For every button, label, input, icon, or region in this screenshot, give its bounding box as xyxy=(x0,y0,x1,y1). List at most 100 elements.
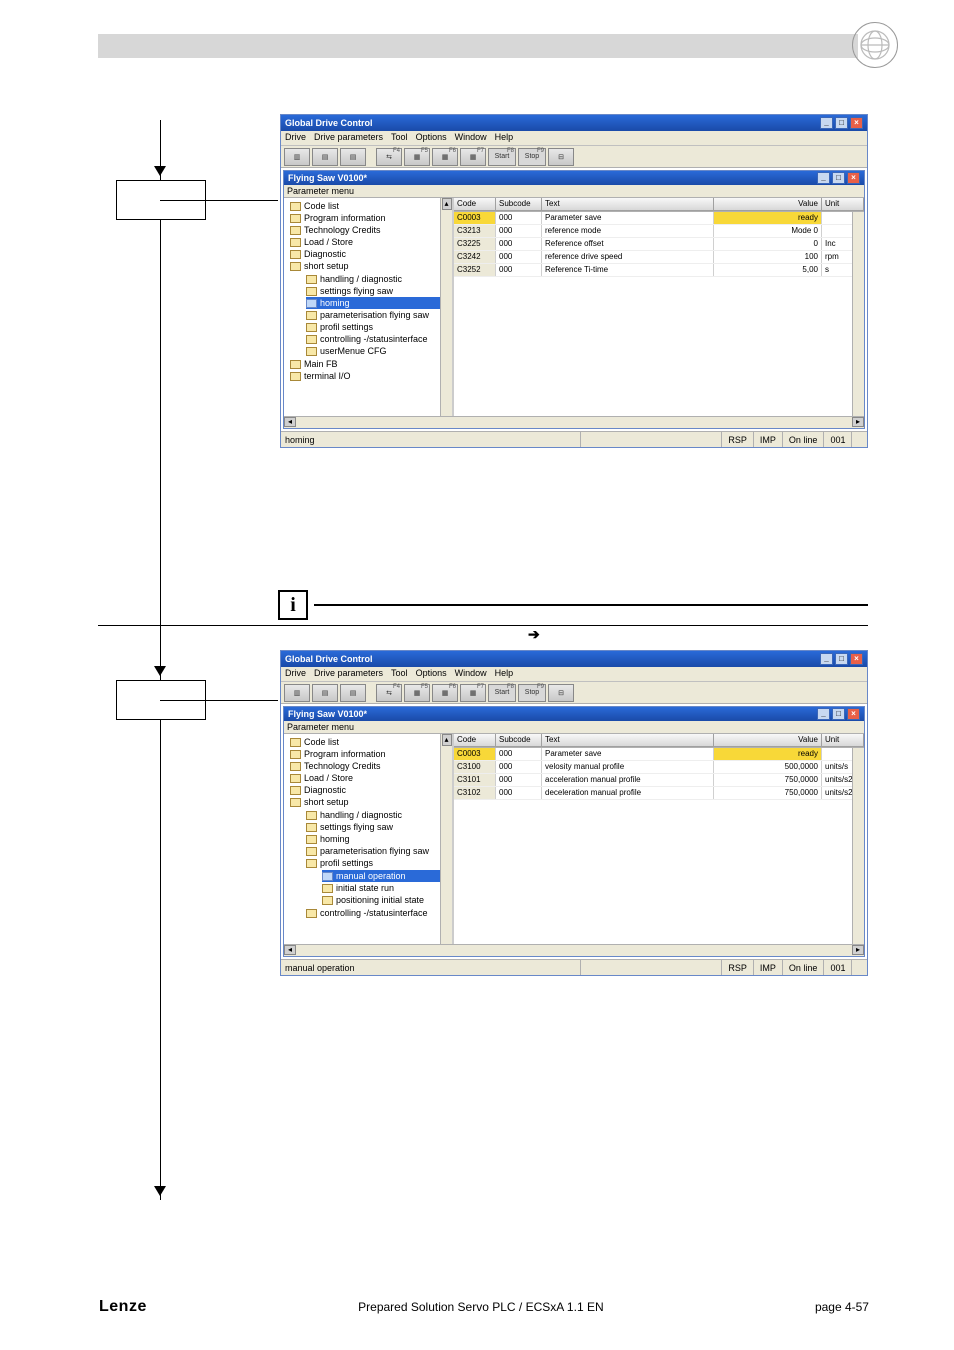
flow-branch-line xyxy=(160,700,278,701)
info-rule-2 xyxy=(98,625,868,626)
maximize-button[interactable]: □ xyxy=(835,653,848,665)
inner-titlebar[interactable]: Flying Saw V0100* _ □ × xyxy=(284,171,864,185)
tree-scrollbar[interactable]: ▴ xyxy=(440,198,452,416)
minimize-button[interactable]: _ xyxy=(817,172,830,184)
toolbar-start-button[interactable]: StartF8 xyxy=(488,148,516,166)
status-id: 001 xyxy=(823,432,851,447)
flow-vertical-line xyxy=(160,120,161,1200)
menu-options[interactable]: Options xyxy=(416,132,447,144)
close-button[interactable]: × xyxy=(847,172,860,184)
tree-item: short setup xyxy=(290,260,450,272)
col-value[interactable]: Value xyxy=(714,734,822,747)
menubar[interactable]: Drive Drive parameters Tool Options Wind… xyxy=(281,131,867,146)
toolbar-button[interactable]: ▦F6 xyxy=(432,148,458,166)
tree-item: Code list xyxy=(290,200,450,212)
menu-drive-parameters[interactable]: Drive parameters xyxy=(314,668,383,680)
menu-help[interactable]: Help xyxy=(495,668,514,680)
menu-drive-parameters[interactable]: Drive parameters xyxy=(314,132,383,144)
tree-pane[interactable]: ▴ Code list Program information Technolo… xyxy=(284,734,454,944)
menu-drive[interactable]: Drive xyxy=(285,132,306,144)
col-subcode[interactable]: Subcode xyxy=(496,734,542,747)
maximize-button[interactable]: □ xyxy=(832,172,845,184)
menu-drive[interactable]: Drive xyxy=(285,668,306,680)
info-divider-row: i xyxy=(98,590,868,620)
close-button[interactable]: × xyxy=(850,117,863,129)
close-button[interactable]: × xyxy=(850,653,863,665)
menu-options[interactable]: Options xyxy=(416,668,447,680)
toolbar-button[interactable]: ▦F7 xyxy=(460,684,486,702)
footer-center: Prepared Solution Servo PLC / ECSxA 1.1 … xyxy=(358,1300,603,1314)
tree-item: userMenue CFG xyxy=(306,345,450,357)
grid-scrollbar[interactable] xyxy=(852,748,864,944)
col-text[interactable]: Text xyxy=(542,198,714,211)
tree-item: Code list xyxy=(290,736,450,748)
window-titlebar[interactable]: Global Drive Control _ □ × xyxy=(281,115,867,131)
col-text[interactable]: Text xyxy=(542,734,714,747)
menu-window[interactable]: Window xyxy=(455,132,487,144)
col-value[interactable]: Value xyxy=(714,198,822,211)
grid-row[interactable]: C3213000reference modeMode 0 xyxy=(454,225,864,238)
status-rsp: RSP xyxy=(721,960,753,975)
toolbar-button[interactable]: ▦F6 xyxy=(432,684,458,702)
grid-row[interactable]: C3225000Reference offset0Inc xyxy=(454,238,864,251)
col-unit[interactable]: Unit xyxy=(822,198,864,211)
horizontal-scrollbar[interactable]: ◂▸ xyxy=(284,944,864,956)
close-button[interactable]: × xyxy=(847,708,860,720)
toolbar-button[interactable]: ▤ xyxy=(312,148,338,166)
toolbar-button[interactable]: ▦F5 xyxy=(404,684,430,702)
inner-titlebar[interactable]: Flying Saw V0100* _ □ × xyxy=(284,707,864,721)
flow-branch-line xyxy=(160,200,278,201)
tree-item: parameterisation flying saw xyxy=(306,845,450,857)
tree-scrollbar[interactable]: ▴ xyxy=(440,734,452,944)
grid-row[interactable]: C3102000deceleration manual profile750,0… xyxy=(454,787,864,800)
toolbar-button[interactable]: ⇆F4 xyxy=(376,148,402,166)
split-pane: ▴ Code list Program information Technolo… xyxy=(284,734,864,944)
tree-item: settings flying saw xyxy=(306,821,450,833)
page: Global Drive Control _ □ × Drive Drive p… xyxy=(0,0,954,1350)
menu-window[interactable]: Window xyxy=(455,668,487,680)
toolbar-start-button[interactable]: StartF8 xyxy=(488,684,516,702)
horizontal-scrollbar[interactable]: ◂▸ xyxy=(284,416,864,428)
toolbar-button[interactable]: ⊟ xyxy=(548,684,574,702)
col-unit[interactable]: Unit xyxy=(822,734,864,747)
tree-item: profil settings xyxy=(306,321,450,333)
col-code[interactable]: Code xyxy=(454,198,496,211)
menubar[interactable]: Drive Drive parameters Tool Options Wind… xyxy=(281,667,867,682)
grid-row[interactable]: C0003000Parameter saveready xyxy=(454,748,864,761)
toolbar-button[interactable]: ▥ xyxy=(284,684,310,702)
col-code[interactable]: Code xyxy=(454,734,496,747)
grid-pane: Code Subcode Text Value Unit C0003000Par… xyxy=(454,198,864,416)
tree-item: handling / diagnostic xyxy=(306,809,450,821)
maximize-button[interactable]: □ xyxy=(832,708,845,720)
status-pad xyxy=(851,960,867,975)
status-imp: IMP xyxy=(753,432,782,447)
toolbar-button[interactable]: ▥ xyxy=(284,148,310,166)
grid-row[interactable]: C3242000reference drive speed100rpm xyxy=(454,251,864,264)
menu-help[interactable]: Help xyxy=(495,132,514,144)
grid-row[interactable]: C0003000Parameter saveready xyxy=(454,212,864,225)
minimize-button[interactable]: _ xyxy=(820,117,833,129)
window-titlebar[interactable]: Global Drive Control _ □ × xyxy=(281,651,867,667)
toolbar-button[interactable]: ▤ xyxy=(312,684,338,702)
minimize-button[interactable]: _ xyxy=(820,653,833,665)
tree-pane[interactable]: ▴ Code list Program information Technolo… xyxy=(284,198,454,416)
maximize-button[interactable]: □ xyxy=(835,117,848,129)
toolbar-button[interactable]: ▤ xyxy=(340,148,366,166)
grid-row[interactable]: C3101000acceleration manual profile750,0… xyxy=(454,774,864,787)
toolbar-button[interactable]: ⊟ xyxy=(548,148,574,166)
toolbar-stop-button[interactable]: StopF9 xyxy=(518,148,546,166)
grid-scrollbar[interactable] xyxy=(852,212,864,416)
menu-tool[interactable]: Tool xyxy=(391,668,408,680)
grid-row[interactable]: C3252000Reference Ti-time5,00s xyxy=(454,264,864,277)
col-subcode[interactable]: Subcode xyxy=(496,198,542,211)
toolbar-button[interactable]: ⇆F4 xyxy=(376,684,402,702)
toolbar-button[interactable]: ▦F5 xyxy=(404,148,430,166)
minimize-button[interactable]: _ xyxy=(817,708,830,720)
grid-row[interactable]: C3100000velosity manual profile500,0000u… xyxy=(454,761,864,774)
inner-title: Flying Saw V0100* xyxy=(288,173,367,183)
toolbar-stop-button[interactable]: StopF9 xyxy=(518,684,546,702)
toolbar-button[interactable]: ▤ xyxy=(340,684,366,702)
menu-tool[interactable]: Tool xyxy=(391,132,408,144)
toolbar-button[interactable]: ▦F7 xyxy=(460,148,486,166)
tree-item: parameterisation flying saw xyxy=(306,309,450,321)
